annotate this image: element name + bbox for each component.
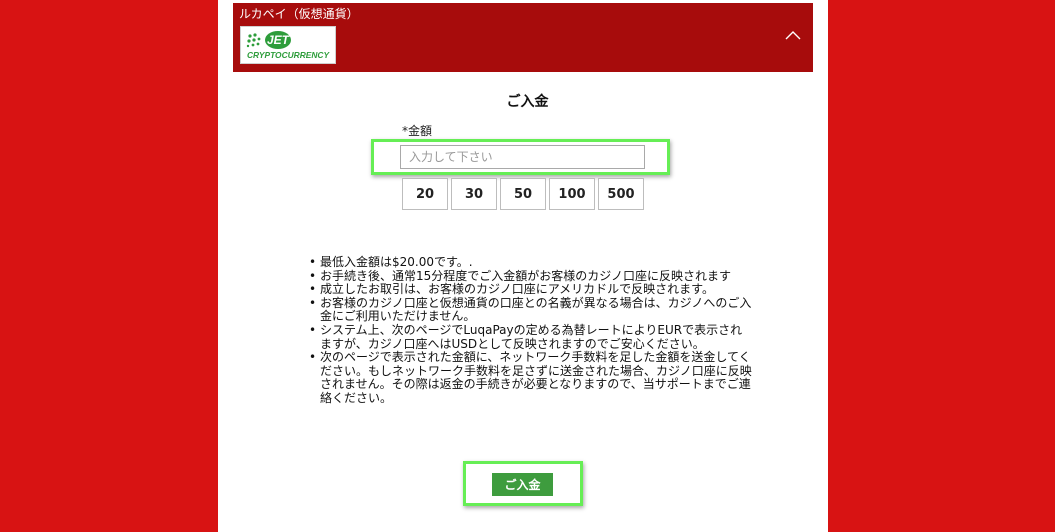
note-item: お客様のカジノ口座と仮想通貨の口座との名義が異なる場合は、カジノへのご入金にご利… — [309, 296, 752, 324]
logo-cryptocurrency-text: CRYPTOCURRENCY — [247, 50, 330, 60]
preset-amount-100[interactable]: 100 — [549, 178, 595, 210]
deposit-submit-button[interactable]: ご入金 — [492, 473, 553, 496]
jet-cryptocurrency-logo: JET CRYPTOCURRENCY — [240, 26, 336, 64]
deposit-notes: 最低入金額は$20.00です。. お手続き後、通常15分程度でご入金額がお客様の… — [308, 255, 752, 406]
logo-jet-text: JET — [267, 33, 291, 47]
note-item: 最低入金額は$20.00です。. — [309, 255, 752, 270]
preset-amounts: 20 30 50 100 500 — [402, 178, 644, 210]
amount-input[interactable] — [400, 145, 645, 169]
payment-method-header[interactable]: ルカペイ（仮想通貨） JET CRYPTOCURRENCY — [233, 3, 813, 72]
note-item: 成立したお取引は、お客様のカジノ口座にアメリカドルで反映されます。 — [309, 283, 752, 297]
preset-amount-20[interactable]: 20 — [402, 178, 448, 210]
note-item: 次のページで表示された金額に、ネットワーク手数料を足した金額を送金してください。… — [309, 350, 752, 405]
amount-label: *金額 — [402, 124, 433, 138]
deposit-heading: ご入金 — [506, 94, 549, 110]
chevron-up-icon[interactable] — [785, 28, 801, 44]
preset-amount-500[interactable]: 500 — [598, 178, 644, 210]
note-item: システム上、次のページでLuqaPayの定める為替レートによりEURで表示されま… — [309, 323, 752, 351]
logo-graphic: JET CRYPTOCURRENCY — [246, 31, 330, 60]
preset-amount-50[interactable]: 50 — [500, 178, 546, 210]
preset-amount-30[interactable]: 30 — [451, 178, 497, 210]
payment-method-title: ルカペイ（仮想通貨） — [239, 7, 359, 21]
